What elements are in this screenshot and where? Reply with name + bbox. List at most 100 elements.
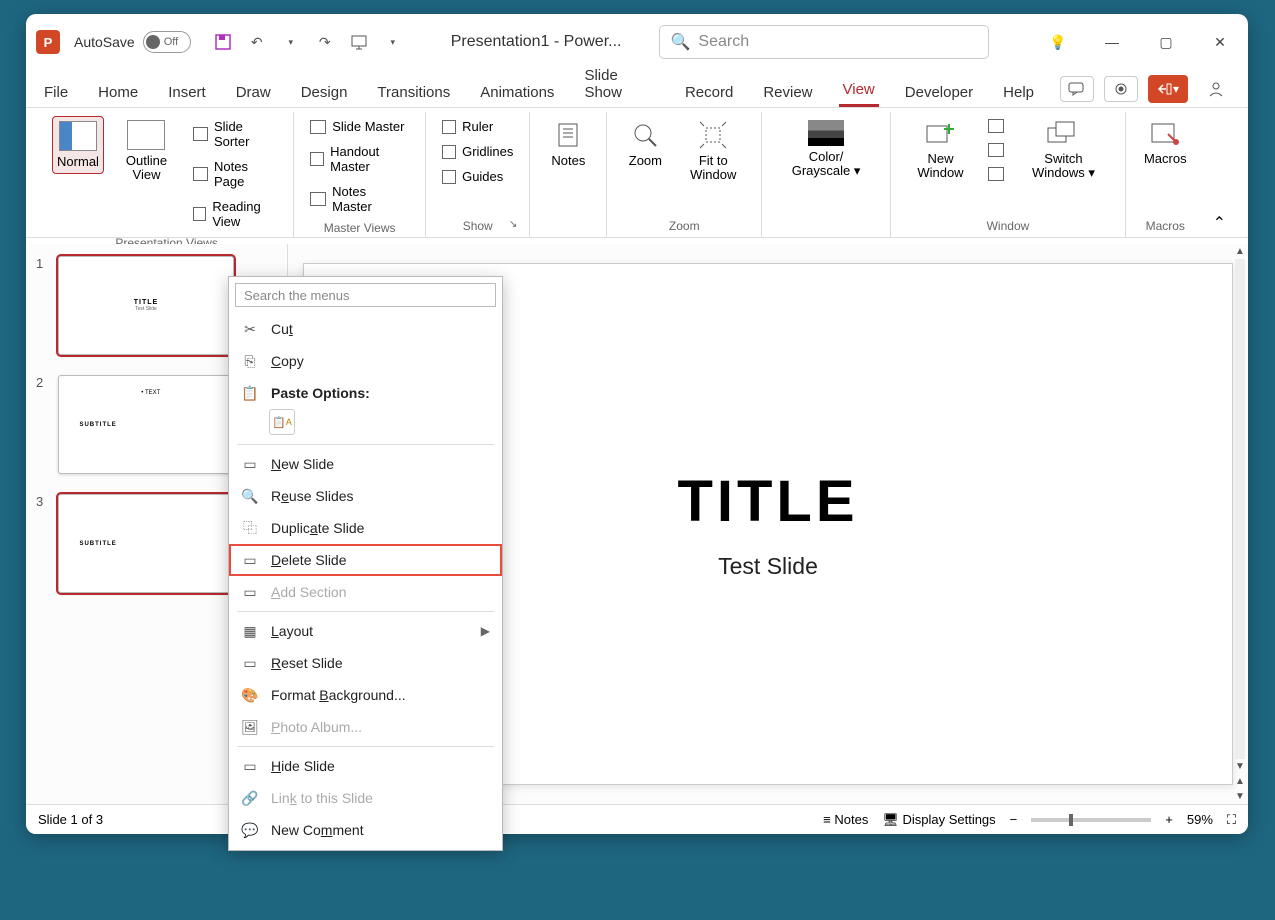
separator	[237, 611, 494, 612]
hide-icon: ▭	[241, 757, 259, 775]
menu-new-slide[interactable]: ▭New Slide	[229, 448, 502, 480]
notes-button[interactable]: Notes	[542, 116, 594, 172]
menu-reset-slide[interactable]: ▭Reset Slide	[229, 647, 502, 679]
display-settings-button[interactable]: 🖥 Display Settings	[882, 812, 995, 828]
zoom-slider[interactable]	[1031, 818, 1151, 822]
tab-file[interactable]: File	[40, 78, 72, 107]
menu-format-background[interactable]: 🎨Format Background...	[229, 679, 502, 711]
minimize-button[interactable]: —	[1094, 24, 1130, 60]
slide-thumbnail-2[interactable]: SUBTITLE • TEXT	[58, 375, 234, 474]
slideshow-start-button[interactable]	[345, 28, 373, 56]
tab-design[interactable]: Design	[297, 78, 352, 107]
menu-layout[interactable]: ▦Layout▶	[229, 615, 502, 647]
close-button[interactable]: ✕	[1202, 24, 1238, 60]
tab-slideshow[interactable]: Slide Show	[580, 61, 659, 107]
switch-windows-button[interactable]: Switch Windows ▾	[1014, 116, 1113, 185]
notes-master-button[interactable]: Notes Master	[306, 181, 413, 217]
group-zoom-label: Zoom	[619, 215, 749, 237]
paste-keep-formatting-button[interactable]: 📋A	[269, 409, 295, 435]
share-button[interactable]: ▾	[1148, 75, 1188, 103]
reading-view-button[interactable]: Reading View	[189, 196, 281, 232]
account-icon[interactable]	[1198, 71, 1234, 107]
collapse-ribbon-button[interactable]: ⌃	[1205, 209, 1234, 237]
handout-master-button[interactable]: Handout Master	[306, 141, 413, 177]
tab-insert[interactable]: Insert	[164, 78, 210, 107]
autosave-state: Off	[164, 36, 178, 48]
outline-view-button[interactable]: Outline View	[110, 116, 183, 187]
zoom-out-button[interactable]: −	[1010, 812, 1018, 827]
menu-new-comment[interactable]: 💬New Comment	[229, 814, 502, 846]
tab-animations[interactable]: Animations	[476, 78, 558, 107]
ribbon-content: Normal Outline View Slide Sorter Notes P…	[26, 108, 1248, 238]
normal-view-button[interactable]: Normal	[52, 116, 104, 174]
tab-view[interactable]: View	[839, 75, 879, 107]
tab-home[interactable]: Home	[94, 78, 142, 107]
cascade-button[interactable]	[984, 140, 1008, 160]
switch-windows-icon	[1046, 120, 1080, 148]
separator	[237, 746, 494, 747]
gridlines-checkbox[interactable]: Gridlines	[438, 141, 517, 162]
autosave-toggle[interactable]: Off	[143, 31, 191, 53]
slide-thumbnail-1[interactable]: TITLE Test Slide	[58, 256, 234, 355]
reuse-icon: 🔍	[241, 487, 259, 505]
zoom-button[interactable]: Zoom	[619, 116, 671, 172]
ruler-checkbox[interactable]: Ruler	[438, 116, 517, 137]
arrange-all-button[interactable]	[984, 116, 1008, 136]
outline-view-icon	[127, 120, 165, 150]
maximize-button[interactable]: ▢	[1148, 24, 1184, 60]
search-input[interactable]: 🔍 Search	[659, 25, 989, 59]
cascade-icon	[988, 143, 1004, 157]
next-slide-icon[interactable]: ▼	[1233, 789, 1247, 804]
lightbulb-icon[interactable]: 💡	[1040, 24, 1076, 60]
powerpoint-logo-icon: P	[36, 30, 60, 54]
qat-customize[interactable]: ▾	[379, 28, 407, 56]
comments-button[interactable]	[1060, 76, 1094, 102]
slide-subtitle-text[interactable]: Test Slide	[718, 553, 818, 580]
macros-button[interactable]: Macros	[1138, 116, 1193, 170]
menu-duplicate-slide[interactable]: ⿻Duplicate Slide	[229, 512, 502, 544]
slide-sorter-button[interactable]: Slide Sorter	[189, 116, 281, 152]
camera-record-button[interactable]	[1104, 76, 1138, 102]
group-show-label: Show↘	[438, 215, 517, 237]
menu-copy[interactable]: ⎘Copy	[229, 345, 502, 377]
fit-to-window-button[interactable]: Fit to Window	[677, 116, 749, 187]
tab-review[interactable]: Review	[759, 78, 816, 107]
menu-hide-slide[interactable]: ▭Hide Slide	[229, 750, 502, 782]
undo-dropdown[interactable]: ▾	[277, 28, 305, 56]
menu-delete-slide[interactable]: ▭Delete Slide	[229, 544, 502, 576]
menu-add-section: ▭Add Section	[229, 576, 502, 608]
move-split-button[interactable]	[984, 164, 1008, 184]
tab-transitions[interactable]: Transitions	[373, 78, 454, 107]
tab-developer[interactable]: Developer	[901, 78, 977, 107]
group-window-label: Window	[903, 215, 1113, 237]
group-master-label: Master Views	[306, 217, 413, 239]
color-grayscale-button[interactable]: Color/ Grayscale ▾	[774, 116, 878, 183]
notes-page-button[interactable]: Notes Page	[189, 156, 281, 192]
guides-checkbox[interactable]: Guides	[438, 166, 517, 187]
scroll-up-icon[interactable]: ▲	[1233, 244, 1247, 259]
undo-button[interactable]: ↶	[243, 28, 271, 56]
notes-toggle[interactable]: ≡ Notes	[823, 812, 868, 827]
menu-reuse-slides[interactable]: 🔍Reuse Slides	[229, 480, 502, 512]
tab-draw[interactable]: Draw	[232, 78, 275, 107]
scroll-down-icon[interactable]: ▼	[1233, 759, 1247, 774]
vertical-scrollbar[interactable]: ▲ ▼ ▲ ▼	[1232, 244, 1248, 804]
menu-search-input[interactable]: Search the menus	[235, 283, 496, 307]
slide-master-button[interactable]: Slide Master	[306, 116, 413, 137]
zoom-in-button[interactable]: +	[1165, 812, 1173, 827]
zoom-percent[interactable]: 59%	[1187, 812, 1213, 827]
prev-slide-icon[interactable]: ▲	[1233, 774, 1247, 789]
new-window-button[interactable]: New Window	[903, 116, 978, 185]
save-button[interactable]	[209, 28, 237, 56]
slide-thumbnail-3[interactable]: SUBTITLE	[58, 494, 234, 593]
scroll-track[interactable]	[1235, 259, 1245, 759]
slide-title-text[interactable]: TITLE	[677, 468, 858, 535]
checkbox-icon	[442, 120, 456, 134]
redo-button[interactable]: ↷	[311, 28, 339, 56]
tab-record[interactable]: Record	[681, 78, 737, 107]
dialog-launcher-icon[interactable]: ↘	[509, 219, 517, 230]
menu-cut[interactable]: ✂Cut	[229, 313, 502, 345]
fit-slide-button[interactable]: ⛶	[1227, 812, 1236, 828]
tab-help[interactable]: Help	[999, 78, 1038, 107]
clipboard-icon: 📋	[241, 384, 259, 402]
